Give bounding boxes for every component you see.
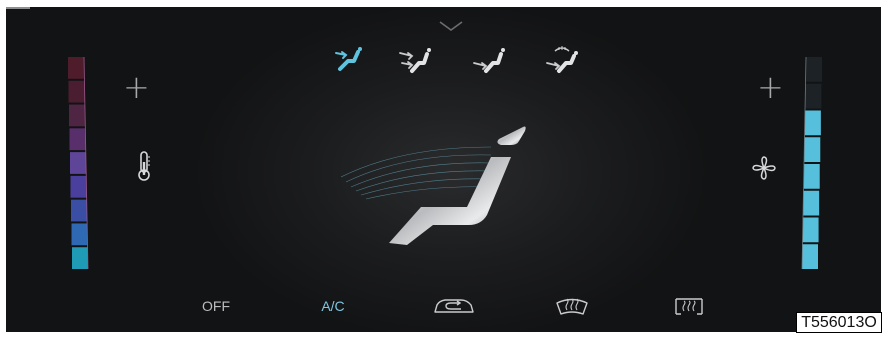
fan-decrease-button[interactable] [6,7,30,9]
fan-segment [804,137,821,162]
off-button[interactable]: OFF [198,295,234,317]
fan-speed-slider[interactable] [794,57,824,269]
airflow-face-feet-button[interactable] [392,43,438,77]
temperature-segment [70,152,86,174]
airflow-face-icon [335,47,362,71]
temperature-segment [71,223,88,246]
temperature-slider[interactable] [66,57,92,269]
airflow-feet-defrost-button[interactable] [539,43,585,77]
temperature-segment [69,128,86,151]
temperature-segment [68,57,84,79]
chevron-down-icon[interactable] [438,19,464,33]
temperature-segment [71,199,87,222]
fan-segment [806,57,822,82]
climate-control-screen: + + OFF A/C [6,7,881,332]
figure-code-label: T556013O [796,312,882,333]
airflow-centerpiece-graphic [341,126,526,245]
rear-defrost-button[interactable] [671,295,707,317]
temperature-increase-button[interactable]: + [123,71,150,103]
fan-segment [803,190,820,216]
fan-increase-button[interactable]: + [757,71,784,103]
airflow-face-feet-icon [399,48,431,73]
temperature-segment [69,104,85,127]
fan-segment [802,217,819,243]
airflow-feet-button[interactable] [466,43,512,77]
airflow-feet-icon [473,48,505,73]
airflow-feet-defrost-icon [546,46,578,73]
fan-segment [803,164,820,189]
front-defrost-button[interactable] [552,295,592,317]
rear-defrost-icon [675,298,703,315]
fan-icon [752,156,776,180]
temperature-segment [70,175,87,198]
fan-segment [804,110,821,136]
recirculation-button[interactable] [431,295,477,317]
temperature-segment [68,80,85,103]
thermometer-icon [138,151,150,181]
temperature-segment [72,247,88,269]
ac-button[interactable]: A/C [314,295,352,317]
airflow-face-button[interactable] [324,43,370,77]
fan-segment [802,244,818,269]
fan-segment [805,83,822,109]
recirculation-icon [434,299,474,313]
front-defrost-icon [556,298,588,315]
